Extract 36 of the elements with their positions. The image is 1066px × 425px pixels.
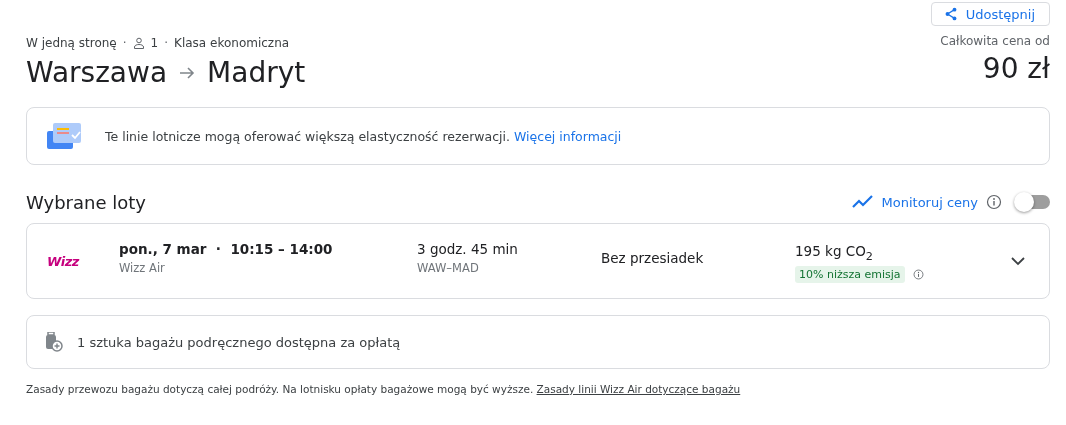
emissions-badge: 10% niższa emisja (795, 266, 905, 284)
trip-type: W jedną stronę (26, 36, 117, 50)
emissions-value: 195 kg CO$_{2}$ (795, 242, 874, 263)
separator-dot: · (122, 36, 127, 50)
share-icon (943, 7, 958, 21)
more-info-link[interactable]: Więcej informacji (514, 128, 622, 144)
ticket-icon (47, 121, 83, 151)
flight-stops: Bez przesiadek (601, 250, 705, 266)
cabin-class: Klasa ekonomiczna (174, 36, 290, 50)
passenger-count: 1 (150, 36, 159, 50)
baggage-policy-text: Zasady przewozu bagażu dotyczą całej podróży. Na lotnisku opłaty bagażowe mogą być wyższe. Zasady linii Wizz Air dotyczące bagażu (26, 383, 742, 395)
flight-card[interactable]: Wizz pon., 7 mar · 10:15 – 14:00 Wizz Air 3 godz. 45 min WAW–MAD Bez przesiadek 195 kg CO$_{2}$ 10% niższa emisja (26, 223, 1050, 299)
share-button[interactable]: Udostępnij (930, 2, 1050, 26)
info-text: Te linie lotnicze mogą oferować większą elastyczność rezerwacji. Więcej informacji (105, 128, 622, 144)
section-title: Wybrane loty (26, 191, 146, 213)
flight-route: WAW–MAD (417, 261, 480, 275)
price-label: Całkowita cena od (940, 34, 1050, 48)
flight-date-times: pon., 7 mar · 10:15 – 14:00 (119, 241, 334, 257)
baggage-policy-link[interactable]: Zasady linii Wizz Air dotyczące bagażu (536, 383, 741, 395)
chevron-icon (1011, 256, 1025, 266)
flight-duration: 3 godz. 45 min (417, 241, 519, 257)
track-prices-label: Monitoruj ceny (881, 194, 978, 210)
origin-city: Warszawa (26, 56, 168, 89)
airline-logo: Wizz (47, 253, 81, 269)
price-value: 90 zł (982, 52, 1050, 85)
baggage-text: 1 sztuka bagażu podręcznego dostępna za opłatą (77, 334, 401, 350)
person-icon (132, 37, 145, 49)
airline-name: Wizz Air (119, 261, 166, 275)
carry-on-bag-icon (45, 332, 63, 352)
info-icon[interactable] (912, 269, 924, 281)
separator-dot: · (164, 36, 169, 50)
destination-city: Madryt (207, 56, 306, 89)
info-icon[interactable] (986, 194, 1002, 210)
track-prices-toggle[interactable] (1016, 195, 1050, 209)
trend-line-icon (851, 195, 874, 209)
arrow-icon (179, 65, 196, 80)
